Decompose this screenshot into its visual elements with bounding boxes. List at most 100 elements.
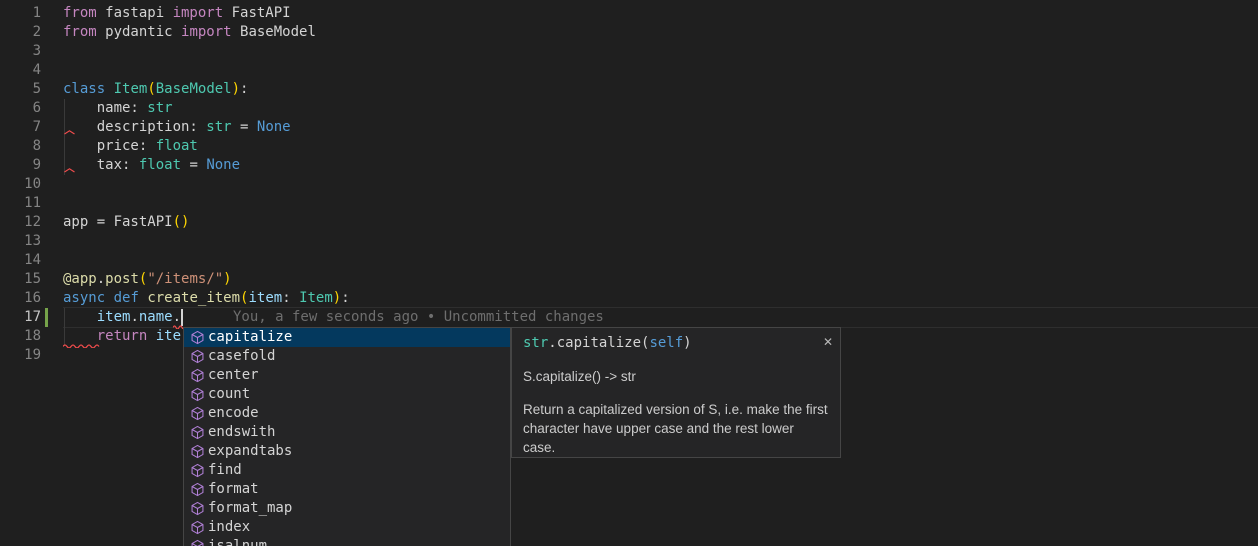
code-text: app = FastAPI() (63, 213, 189, 232)
code-line[interactable]: 1 from fastapi import FastAPI (0, 4, 1258, 23)
method-icon (189, 520, 205, 536)
method-icon (189, 368, 205, 384)
suggestion-item[interactable]: isalnum (184, 537, 510, 546)
code-token: BaseModel (156, 81, 232, 97)
code-token: return (97, 328, 148, 344)
line-number[interactable]: 19 (0, 346, 41, 365)
suggestion-label: encode (208, 404, 259, 423)
suggestion-item[interactable]: center (184, 366, 510, 385)
line-number[interactable]: 12 (0, 213, 41, 232)
line-number[interactable]: 4 (0, 61, 41, 80)
suggestion-label: center (208, 366, 259, 385)
code-token: float (156, 138, 198, 154)
suggestion-label: isalnum (208, 537, 267, 546)
suggestion-label: endswith (208, 423, 275, 442)
code-token: async (63, 290, 105, 306)
gutter-modified-indicator (45, 308, 48, 327)
method-icon (189, 539, 205, 546)
line-number[interactable]: 5 (0, 80, 41, 99)
code-line[interactable]: 10 (0, 175, 1258, 194)
suggestion-label: count (208, 385, 250, 404)
line-number[interactable]: 6 (0, 99, 41, 118)
close-icon[interactable]: ✕ (823, 333, 833, 352)
line-number[interactable]: 15 (0, 270, 41, 289)
code-line[interactable]: 15@app.post("/items/") (0, 270, 1258, 289)
method-icon (189, 425, 205, 441)
code-line[interactable]: 5class Item(BaseModel): (0, 80, 1258, 99)
code-line[interactable]: 2from pydantic import BaseModel (0, 23, 1258, 42)
line-number[interactable]: 1 (0, 4, 41, 23)
method-icon (189, 463, 205, 479)
line-number[interactable]: 18 (0, 327, 41, 346)
code-token: item (97, 309, 131, 325)
suggestion-item[interactable]: endswith (184, 423, 510, 442)
method-icon (189, 501, 205, 517)
suggestion-item[interactable]: index (184, 518, 510, 537)
code-token: item (248, 290, 282, 306)
code-token: : (282, 290, 299, 306)
suggestion-item[interactable]: find (184, 461, 510, 480)
suggestion-item[interactable]: count (184, 385, 510, 404)
code-text: from fastapi import FastAPI (63, 4, 291, 23)
line-number[interactable]: 9 (0, 156, 41, 175)
line-number[interactable]: 3 (0, 42, 41, 61)
suggestion-label: format (208, 480, 259, 499)
code-line[interactable]: 9 tax: float = None (0, 156, 1258, 175)
code-token: () (173, 214, 190, 230)
code-line[interactable]: 13 (0, 232, 1258, 251)
method-icon (189, 444, 205, 460)
code-line[interactable]: 12 app = FastAPI() (0, 213, 1258, 232)
code-token: . (173, 309, 181, 325)
suggestion-item[interactable]: expandtabs (184, 442, 510, 461)
code-lines: 1 from fastapi import FastAPI2from pydant… (0, 4, 1258, 365)
code-token: str (523, 335, 548, 351)
code-token: import (173, 5, 224, 21)
suggestion-label: expandtabs (208, 442, 292, 461)
code-token: ) (223, 271, 231, 287)
code-line[interactable]: 16async def create_item(item: Item): (0, 289, 1258, 308)
code-token: None (257, 119, 291, 135)
line-number[interactable]: 13 (0, 232, 41, 251)
code-line[interactable]: 4 (0, 61, 1258, 80)
code-token: float (139, 157, 181, 173)
line-number[interactable]: 7 (0, 118, 41, 137)
code-line[interactable]: 3 (0, 42, 1258, 61)
code-token (105, 290, 113, 306)
code-line[interactable]: 7 description: str = None (0, 118, 1258, 137)
line-number[interactable]: 11 (0, 194, 41, 213)
code-token: description: (63, 119, 206, 135)
code-line[interactable]: 11 (0, 194, 1258, 213)
suggestion-label: capitalize (208, 328, 292, 347)
suggestion-label: index (208, 518, 250, 537)
suggestion-item[interactable]: casefold (184, 347, 510, 366)
code-token: Item (299, 290, 333, 306)
line-number[interactable]: 14 (0, 251, 41, 270)
suggestion-item[interactable]: format (184, 480, 510, 499)
code-token: "/items/" (147, 271, 223, 287)
code-token (147, 328, 155, 344)
code-token: . (130, 309, 138, 325)
code-token: app = FastAPI (63, 214, 173, 230)
line-number[interactable]: 16 (0, 289, 41, 308)
code-token: FastAPI (223, 5, 290, 21)
code-text: description: str = None (63, 118, 291, 137)
code-token: ite (156, 328, 181, 344)
error-squiggle (64, 130, 75, 135)
line-number[interactable]: 8 (0, 137, 41, 156)
suggestion-item[interactable]: encode (184, 404, 510, 423)
suggestion-item[interactable]: capitalize (184, 328, 510, 347)
method-icon (189, 387, 205, 403)
line-number[interactable]: 2 (0, 23, 41, 42)
code-token: import (181, 24, 232, 40)
line-number[interactable]: 17 (0, 308, 41, 327)
line-number[interactable]: 10 (0, 175, 41, 194)
suggestion-item[interactable]: format_map (184, 499, 510, 518)
code-line[interactable]: 14 (0, 251, 1258, 270)
git-blame-annotation: You, a few seconds ago • Uncommitted cha… (233, 308, 604, 327)
code-line[interactable]: 17 item.name. (0, 308, 1258, 327)
code-token: BaseModel (232, 24, 316, 40)
code-line[interactable]: 8 price: float (0, 137, 1258, 156)
code-line[interactable]: 6 name: str (0, 99, 1258, 118)
code-token: fastapi (97, 5, 173, 21)
code-token: price: (63, 138, 156, 154)
